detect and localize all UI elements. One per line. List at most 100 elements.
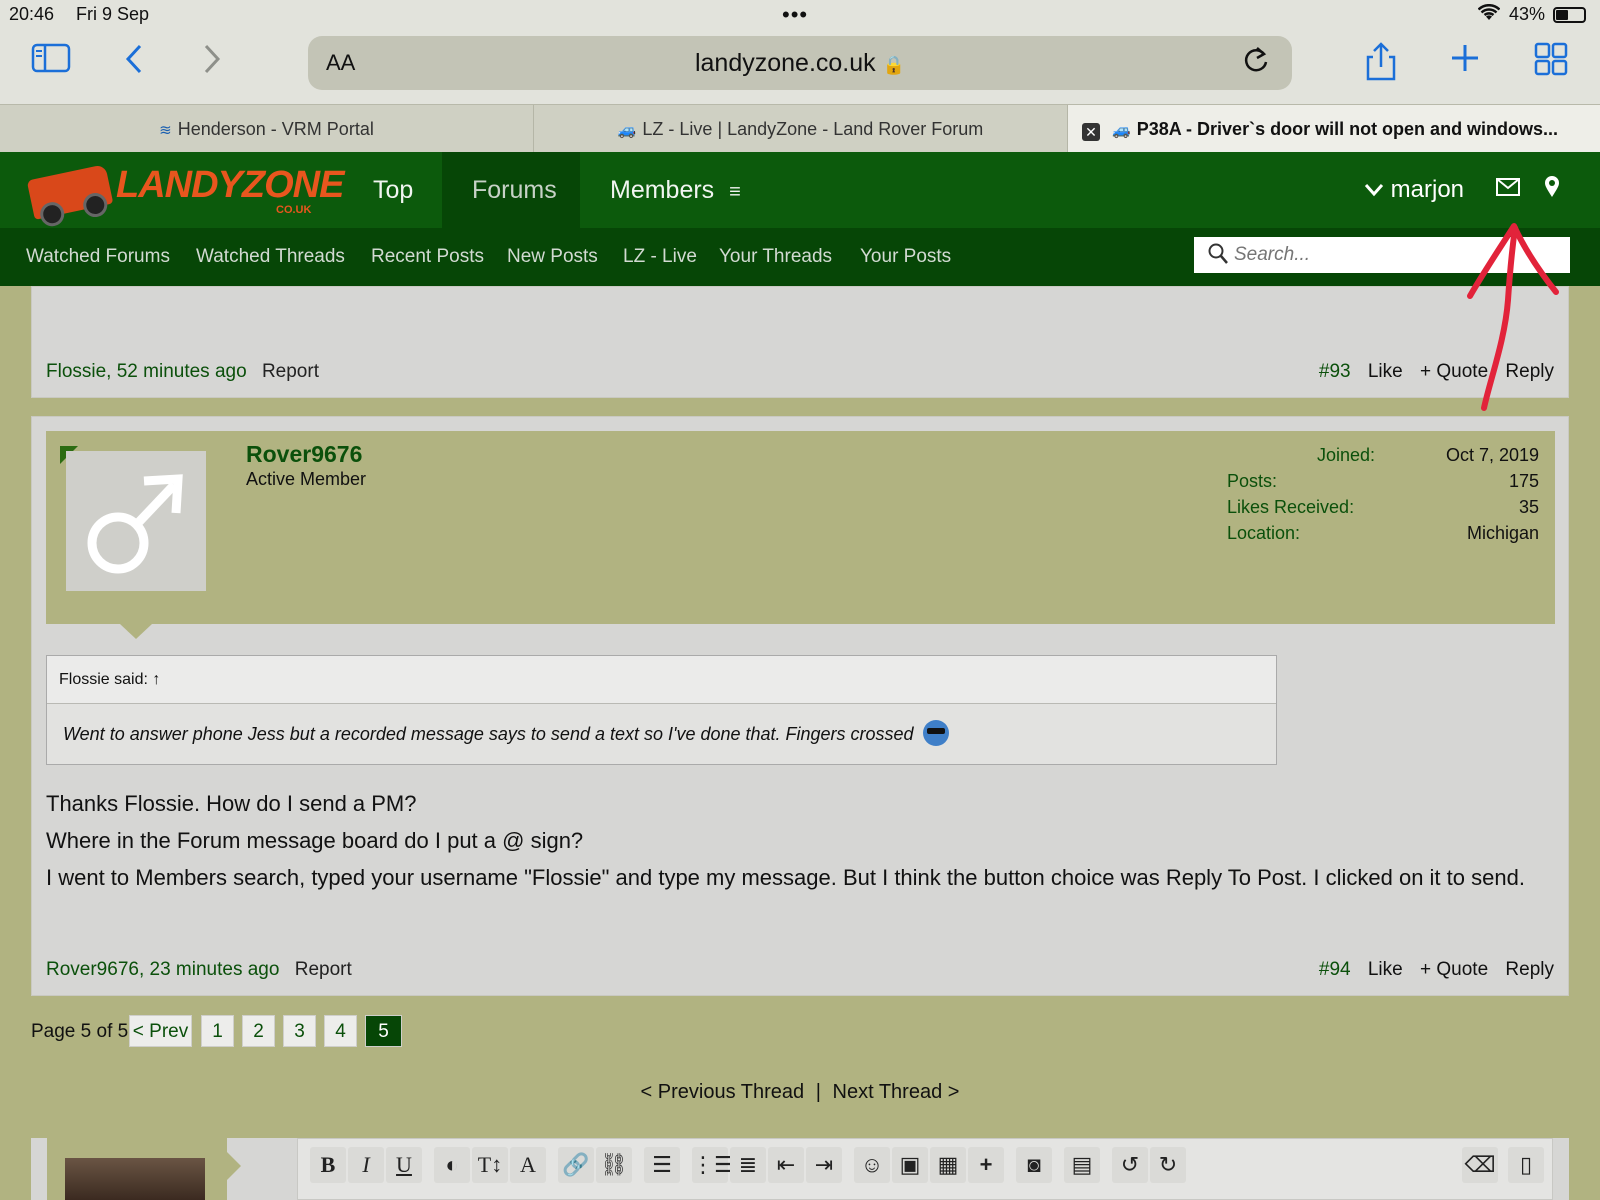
numbered-list-icon[interactable]: ≣: [730, 1147, 766, 1183]
page-5-button[interactable]: 5: [365, 1015, 402, 1047]
like-link[interactable]: Like: [1368, 959, 1403, 980]
quote-link[interactable]: + Quote: [1420, 959, 1488, 980]
avatar[interactable]: [66, 451, 206, 591]
page-2-button[interactable]: 2: [242, 1015, 275, 1047]
bold-icon[interactable]: B: [310, 1147, 346, 1183]
new-tab-icon[interactable]: [1440, 42, 1490, 82]
cool-smilie-icon: [922, 720, 949, 746]
unlink-icon[interactable]: ⛓: [596, 1147, 632, 1183]
truck-logo-icon: [26, 164, 114, 220]
font-family-icon[interactable]: A: [510, 1147, 546, 1183]
user-info-block: Rover9676 Active Member Joined: Oct 7, 20…: [46, 431, 1555, 624]
indent-icon[interactable]: ⇥: [806, 1147, 842, 1183]
page-4-button[interactable]: 4: [324, 1015, 357, 1047]
tab-lz-live[interactable]: 🚙 LZ - Live | LandyZone - Land Rover Foru…: [534, 105, 1068, 153]
browser-toolbar: AA landyzone.co.uk 🔒: [0, 30, 1600, 104]
page-3-button[interactable]: 3: [283, 1015, 316, 1047]
landyzone-logo[interactable]: LANDYZONE CO.UK: [26, 160, 344, 222]
report-link[interactable]: Report: [262, 361, 319, 382]
stat-joined: Joined: Oct 7, 2019: [1317, 445, 1539, 471]
stat-value: 35: [1518, 497, 1539, 517]
page-count: Page 5 of 5: [31, 1021, 129, 1042]
quote-link[interactable]: + Quote: [1420, 361, 1488, 382]
menu-icon: ≡: [729, 181, 741, 203]
nav-tab-forums[interactable]: Forums: [442, 152, 580, 228]
link-watched-forums[interactable]: Watched Forums: [26, 246, 170, 268]
battery-icon: [1553, 7, 1586, 23]
page-1-button[interactable]: 1: [201, 1015, 234, 1047]
remove-format-icon[interactable]: ⌫: [1462, 1147, 1498, 1183]
chevron-down-icon: [1364, 176, 1391, 203]
nav-tab-members[interactable]: Members ≡: [580, 152, 771, 228]
reply-link[interactable]: Reply: [1505, 361, 1554, 382]
account-menu[interactable]: marjon: [1364, 152, 1464, 228]
undo-icon[interactable]: ↺: [1112, 1147, 1148, 1183]
avatar[interactable]: [65, 1158, 205, 1200]
text-color-icon[interactable]: ◐: [434, 1147, 470, 1183]
font-size-icon[interactable]: T↕: [472, 1147, 508, 1183]
align-icon[interactable]: ☰: [644, 1147, 680, 1183]
tab-overview-icon[interactable]: [1526, 42, 1576, 82]
outdent-icon[interactable]: ⇤: [768, 1147, 804, 1183]
close-tab-icon[interactable]: ✕: [1082, 123, 1100, 141]
multitasking-dots-icon[interactable]: •••: [782, 2, 808, 28]
smilie-icon[interactable]: ☺: [854, 1147, 890, 1183]
search-input[interactable]: [1234, 237, 1554, 273]
message-line: I went to Members search, typed your use…: [46, 865, 1525, 890]
media-icon[interactable]: ▦: [930, 1147, 966, 1183]
source-icon[interactable]: ▯: [1508, 1147, 1544, 1183]
address-bar[interactable]: AA landyzone.co.uk 🔒: [308, 36, 1292, 90]
nav-tab-top[interactable]: Top: [343, 152, 443, 228]
inbox-envelope-icon[interactable]: [1496, 176, 1520, 204]
tab-title: Henderson - VRM Portal: [177, 119, 374, 139]
like-link[interactable]: Like: [1368, 361, 1403, 382]
link-watched-threads[interactable]: Watched Threads: [196, 246, 345, 268]
post-footer: Flossie, 52 minutes ago Report #93 Like …: [46, 361, 1554, 383]
post-number[interactable]: #94: [1319, 959, 1351, 980]
post-author-time[interactable]: Rover9676, 23 minutes ago: [46, 959, 279, 980]
sub-navigation: Watched Forums Watched Threads Recent Po…: [0, 228, 1600, 286]
underline-icon[interactable]: U: [386, 1147, 422, 1183]
wifi-icon: [1477, 3, 1501, 27]
link-lz-live[interactable]: LZ - Live: [623, 246, 697, 268]
post-author-time[interactable]: Flossie, 52 minutes ago: [46, 361, 247, 382]
message-body: Thanks Flossie. How do I send a PM? Wher…: [46, 785, 1546, 896]
jump-to-quote-icon[interactable]: ↑: [152, 671, 160, 688]
link-your-threads[interactable]: Your Threads: [719, 246, 832, 268]
tab-henderson[interactable]: ≋ Henderson - VRM Portal: [0, 105, 534, 153]
prev-page-button[interactable]: < Prev: [129, 1015, 192, 1047]
stat-likes: Likes Received: 35: [1227, 497, 1539, 523]
forward-icon[interactable]: [186, 42, 236, 82]
link-icon[interactable]: 🔗: [558, 1147, 594, 1183]
reply-link[interactable]: Reply: [1505, 959, 1554, 980]
host-text: landyzone.co.uk: [694, 49, 876, 77]
image-icon[interactable]: ▣: [892, 1147, 928, 1183]
link-your-posts[interactable]: Your Posts: [860, 246, 951, 268]
reload-icon[interactable]: [1242, 44, 1270, 84]
redo-icon[interactable]: ↻: [1150, 1147, 1186, 1183]
photo-upload-icon[interactable]: ◙: [1016, 1147, 1052, 1183]
italic-icon[interactable]: I: [348, 1147, 384, 1183]
share-icon[interactable]: [1356, 42, 1406, 82]
next-thread-link[interactable]: Next Thread >: [833, 1081, 960, 1103]
post-username[interactable]: Rover9676: [246, 441, 362, 468]
status-time: 20:46: [9, 4, 55, 24]
link-recent-posts[interactable]: Recent Posts: [371, 246, 484, 268]
post-number[interactable]: #93: [1319, 361, 1351, 382]
stat-value: Michigan: [1466, 523, 1539, 543]
reply-pointer: [227, 1152, 241, 1180]
alerts-pin-icon[interactable]: [1544, 176, 1560, 205]
insert-icon[interactable]: +: [968, 1147, 1004, 1183]
report-link[interactable]: Report: [295, 959, 352, 980]
sidebar-icon[interactable]: [26, 42, 76, 82]
back-icon[interactable]: [110, 42, 160, 82]
post-94: Rover9676 Active Member Joined: Oct 7, 20…: [31, 416, 1569, 996]
link-new-posts[interactable]: New Posts: [507, 246, 598, 268]
save-draft-icon[interactable]: ▤: [1064, 1147, 1100, 1183]
editor-toolbar: B I U ◐ T↕ A 🔗 ⛓ ☰ ⋮☰ ≣ ⇤ ⇥ ☺ ▣ ▦ + ◙ ▤ …: [297, 1138, 1553, 1200]
bullet-list-icon[interactable]: ⋮☰: [692, 1147, 734, 1183]
previous-thread-link[interactable]: < Previous Thread: [641, 1081, 805, 1103]
post-footer: Rover9676, 23 minutes ago Report #94 Lik…: [46, 959, 1554, 981]
quote-text: Went to answer phone Jess but a recorded…: [63, 724, 914, 744]
tab-p38a-thread[interactable]: ✕ 🚙 P38A - Driver`s door will not open and…: [1068, 105, 1600, 153]
